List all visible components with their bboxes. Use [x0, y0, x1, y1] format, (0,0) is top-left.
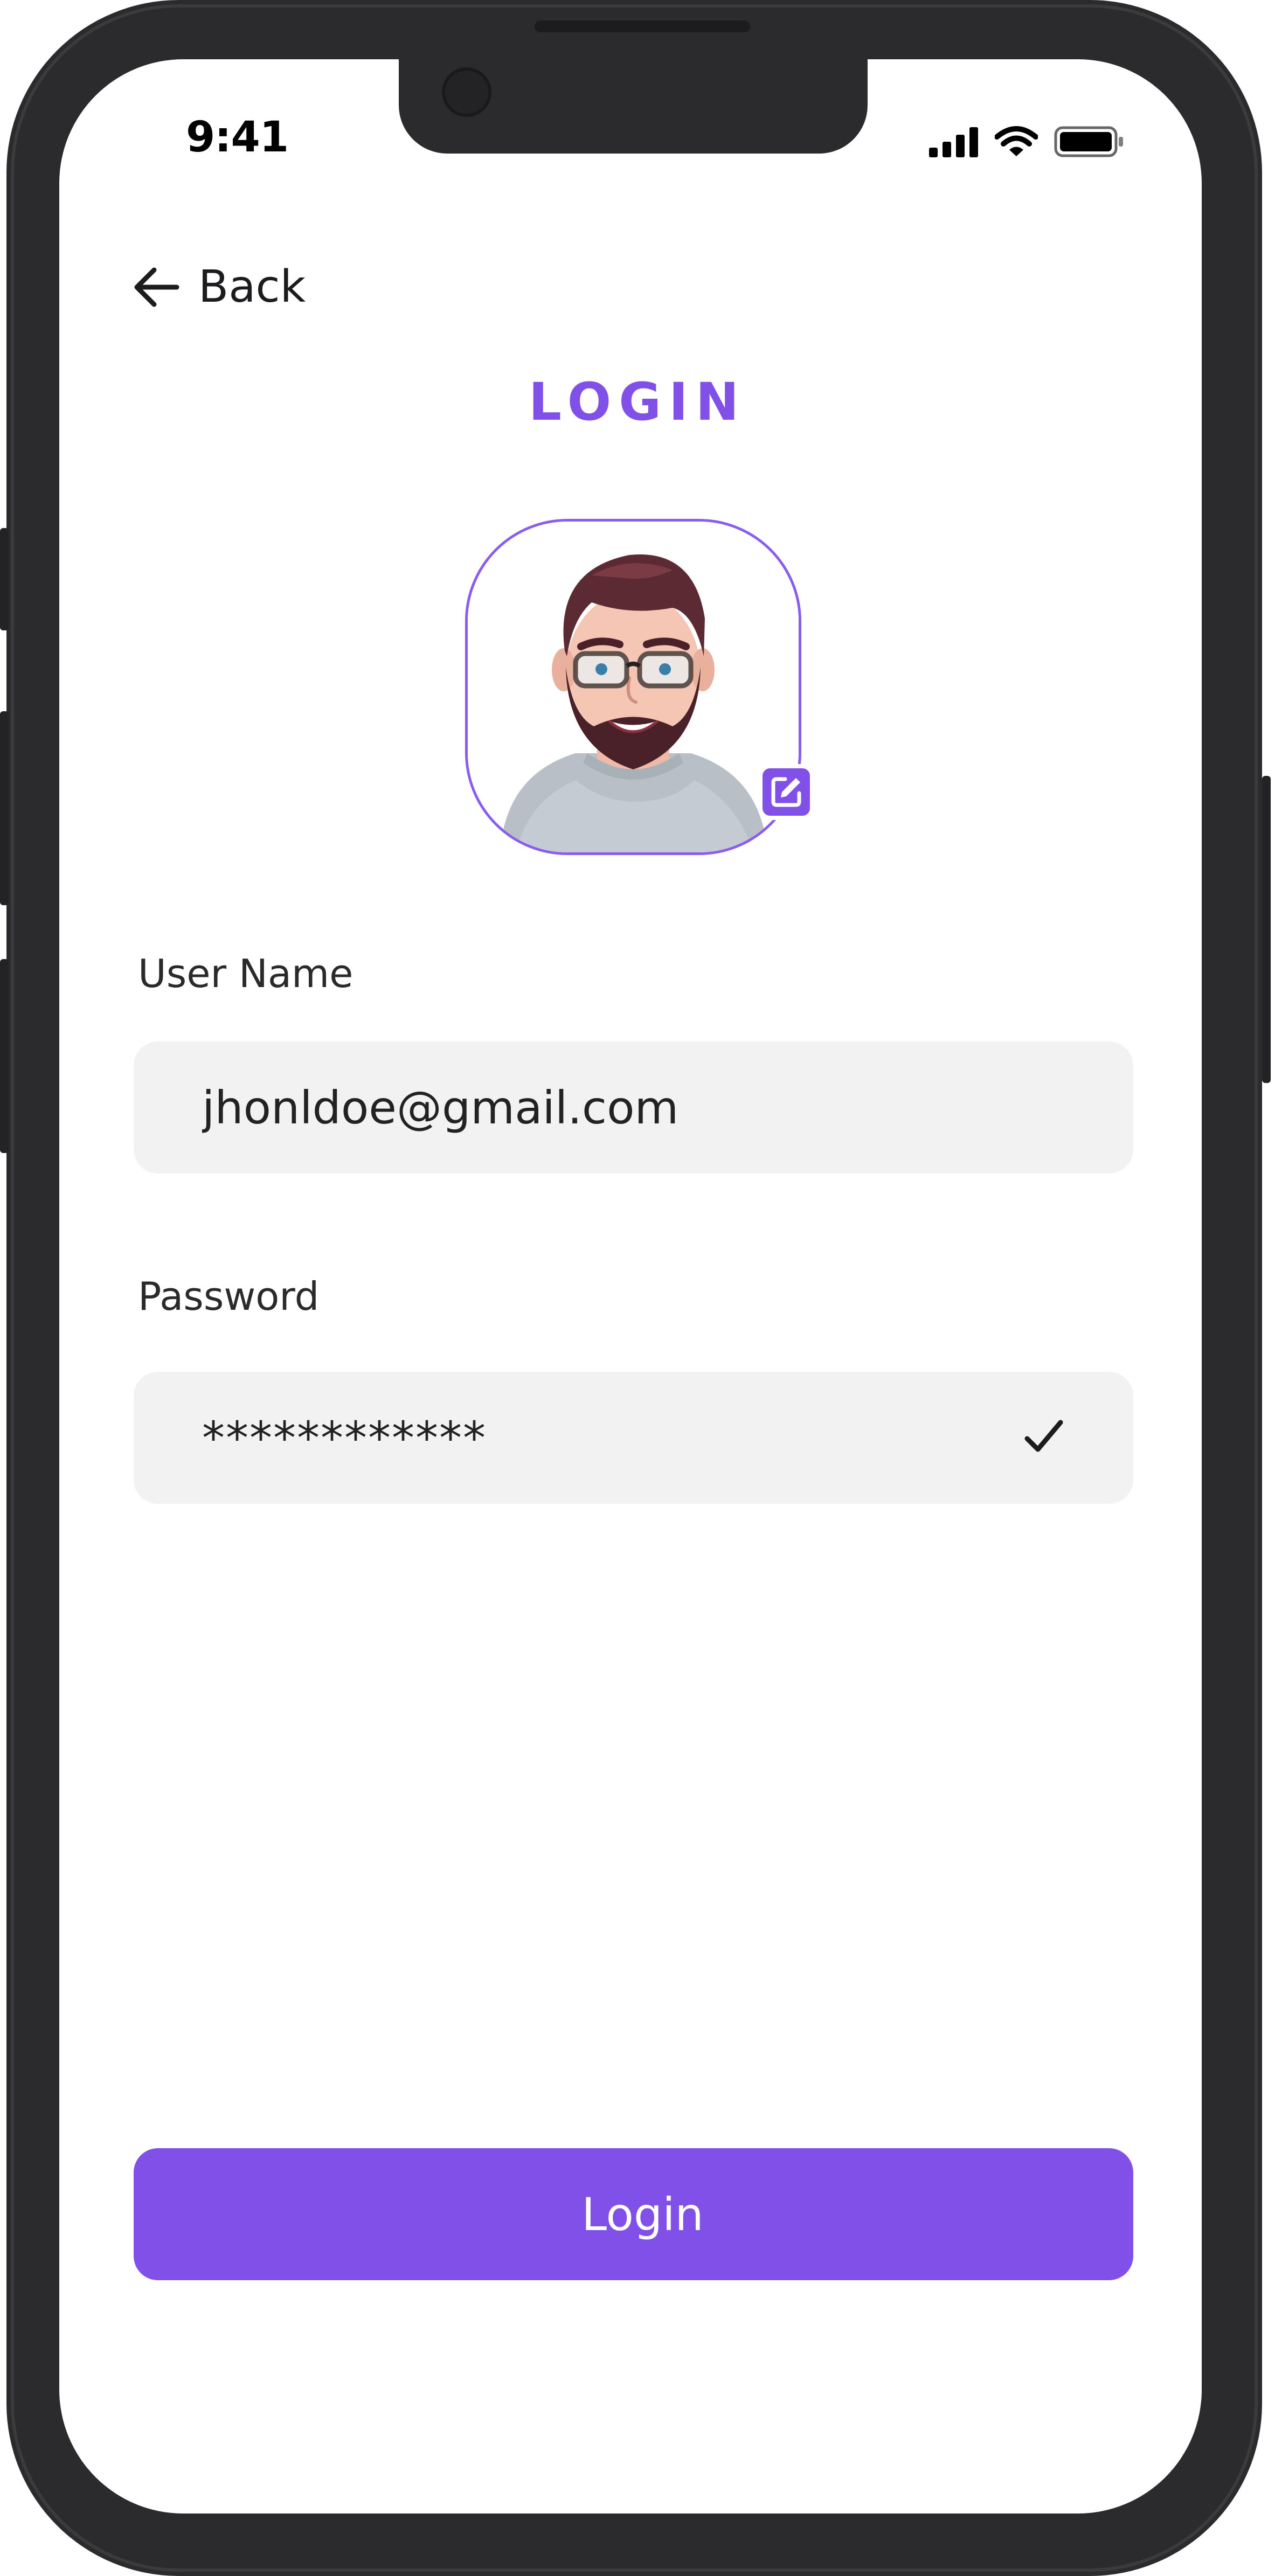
speaker-grille	[535, 20, 750, 32]
back-label: Back	[198, 261, 306, 313]
page-title: LOGIN	[528, 372, 747, 432]
signal-icon	[929, 127, 978, 157]
password-input[interactable]	[201, 1411, 1038, 1465]
password-label: Password	[138, 1274, 320, 1319]
status-time: 9:41	[186, 113, 289, 162]
power-button	[1262, 776, 1271, 1083]
username-label: User Name	[138, 951, 354, 996]
check-icon	[1024, 1420, 1063, 1452]
edit-icon	[771, 777, 801, 807]
profile-avatar[interactable]	[465, 519, 814, 855]
login-button[interactable]: Login	[134, 2148, 1133, 2280]
wifi-icon	[995, 126, 1038, 156]
username-field[interactable]	[134, 1041, 1133, 1174]
mute-switch	[0, 528, 9, 630]
battery-icon	[1054, 126, 1123, 157]
arrow-left-icon	[134, 267, 179, 307]
volume-down-button	[0, 959, 9, 1153]
back-button[interactable]: Back	[134, 261, 306, 313]
avatar-image	[465, 519, 801, 855]
password-field[interactable]	[134, 1372, 1133, 1504]
status-icons	[929, 125, 1124, 157]
edit-avatar-button[interactable]	[758, 764, 814, 820]
volume-up-button	[0, 711, 9, 905]
avatar-illustration	[468, 522, 799, 852]
front-camera	[442, 67, 491, 117]
username-input[interactable]	[201, 1080, 1038, 1135]
